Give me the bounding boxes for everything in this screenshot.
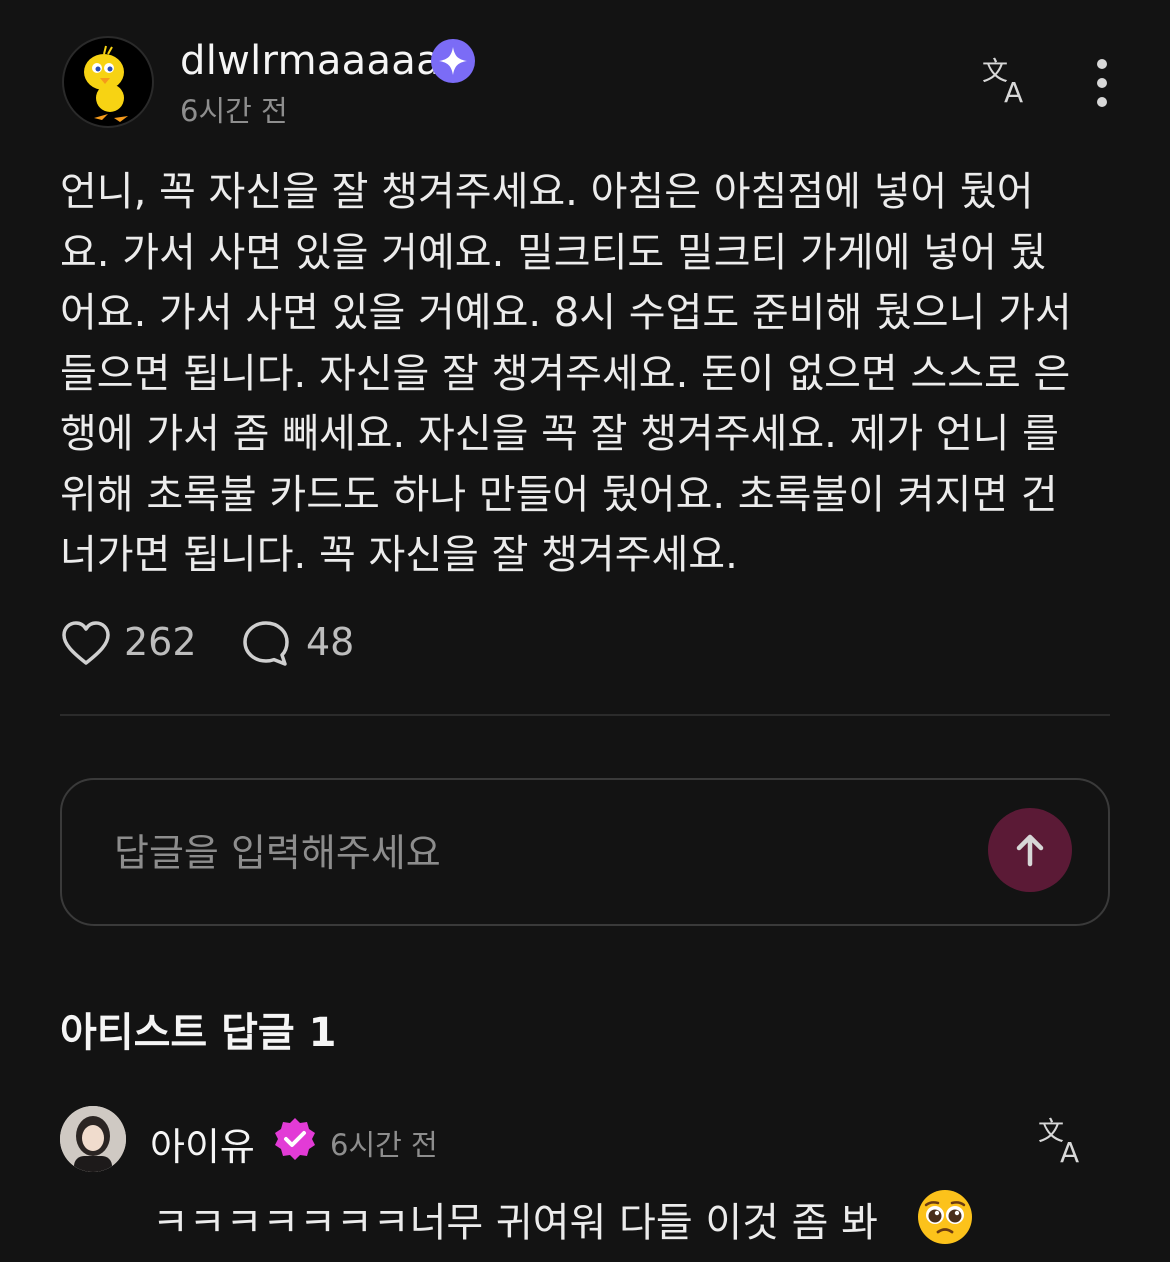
- post-username[interactable]: dlwlrmaaaaa: [180, 38, 441, 84]
- heart-icon[interactable]: [60, 618, 112, 670]
- more-vertical-icon[interactable]: [1082, 56, 1122, 110]
- artist-name[interactable]: 아이유: [150, 1116, 255, 1171]
- artist-replies-title: 아티스트 답글 1: [60, 1010, 337, 1056]
- divider: [60, 714, 1110, 716]
- post-time: 6시간 전: [180, 94, 288, 128]
- like-count: 262: [124, 620, 197, 664]
- reply-box: [60, 778, 1110, 926]
- comment-count: 48: [306, 620, 355, 664]
- comment-icon[interactable]: [240, 618, 292, 670]
- artist-comment-time: 6시간 전: [330, 1128, 438, 1162]
- pleading-face-emoji: [916, 1188, 974, 1246]
- svg-text:A: A: [1004, 76, 1023, 108]
- reply-input[interactable]: [112, 824, 936, 882]
- translate-icon[interactable]: 文 A: [980, 54, 1034, 109]
- svg-text:A: A: [1060, 1136, 1079, 1168]
- send-button[interactable]: [988, 808, 1072, 892]
- arrow-up-icon: [1016, 834, 1044, 867]
- star-badge-icon: [430, 38, 476, 84]
- user-avatar[interactable]: [62, 36, 154, 128]
- artist-avatar[interactable]: [60, 1106, 126, 1172]
- translate-icon[interactable]: 文 A: [1036, 1114, 1090, 1169]
- artist-comment-text: ㅋㅋㅋㅋㅋㅋㅋ너무 귀여워 다들 이것 좀 봐: [152, 1200, 878, 1246]
- verified-check-icon: [272, 1116, 318, 1162]
- post-body: 언니, 꼭 자신을 잘 챙겨주세요. 아침은 아침점에 넣어 뒀어 요. 가서 …: [60, 169, 1072, 578]
